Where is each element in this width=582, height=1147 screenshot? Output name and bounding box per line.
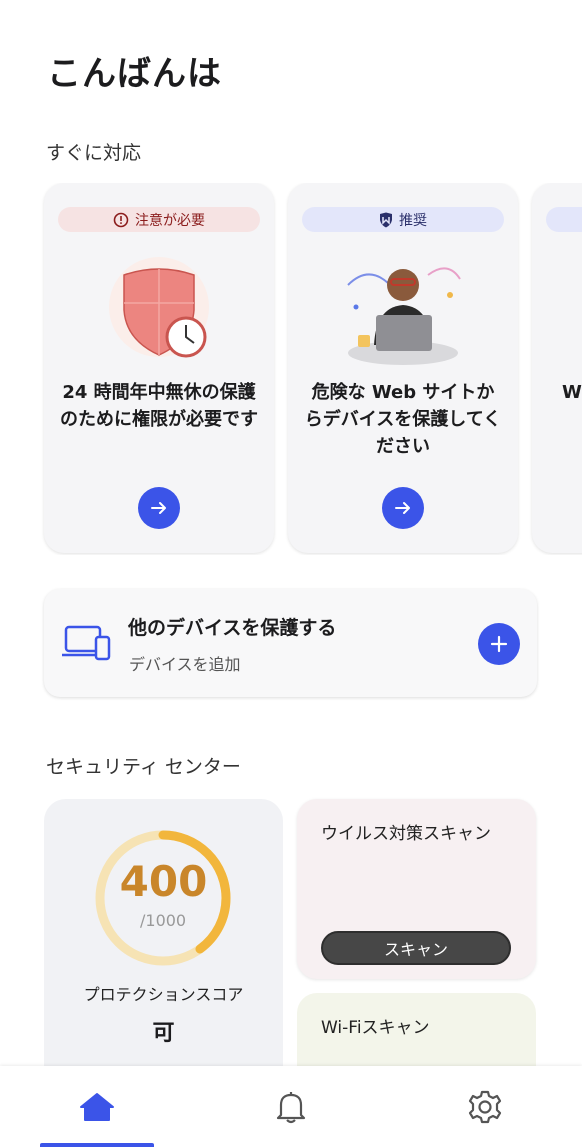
score-value: 400	[119, 857, 208, 906]
action-card-permissions[interactable]: 注意が必要 24 時間年中無休の保護のために権限が必要です	[44, 183, 274, 553]
home-icon	[80, 1092, 114, 1121]
devices-icon	[62, 625, 111, 661]
attention-badge: 注意が必要	[58, 207, 260, 232]
nav-notifications[interactable]	[194, 1066, 388, 1147]
card-badge	[546, 207, 582, 232]
wifi-card-title: Wi-Fiスキャン	[321, 1018, 430, 1038]
arrow-right-icon	[395, 502, 410, 514]
card-arrow-button[interactable]	[382, 487, 424, 529]
protection-score-card[interactable]: 400 /1000 プロテクションスコア 可	[44, 799, 283, 1099]
card-message: W い	[562, 382, 582, 403]
protect-other-devices-card[interactable]: 他のデバイスを保護する デバイスを追加	[44, 589, 537, 697]
action-card-web-protection[interactable]: 推奨 危険な Web サイトからデバイスを保護してください	[288, 183, 518, 553]
greeting-title: こんばんは	[47, 54, 222, 94]
person-laptop-illustration	[347, 267, 461, 365]
shield-logo-icon	[380, 212, 392, 227]
card-message: 危険な Web サイトからデバイスを保護してください	[304, 382, 502, 457]
card-arrow-button[interactable]	[138, 487, 180, 529]
scan-button[interactable]: スキャン	[321, 931, 511, 965]
badge-label: 注意が必要	[135, 212, 205, 229]
section-title-security-center: セキュリティ センター	[46, 756, 241, 778]
nav-home[interactable]	[0, 1066, 194, 1147]
score-max: /1000	[140, 911, 187, 930]
scan-card-title: ウイルス対策スキャン	[321, 824, 491, 844]
gear-icon	[468, 1090, 502, 1123]
nav-settings[interactable]	[388, 1066, 582, 1147]
arrow-right-icon	[151, 502, 166, 514]
plus-icon	[490, 635, 508, 653]
antivirus-scan-card[interactable]: ウイルス対策スキャン スキャン	[297, 799, 536, 979]
section-title-action-needed: すぐに対応	[46, 142, 142, 164]
active-tab-indicator	[40, 1143, 154, 1147]
action-card-partial[interactable]: W い	[532, 183, 582, 553]
action-cards-carousel[interactable]: 注意が必要 24 時間年中無休の保護のために権限が必要です 推奨 危険な Web…	[0, 183, 582, 555]
device-card-title: 他のデバイスを保護する	[128, 617, 337, 639]
bottom-navigation	[0, 1066, 582, 1147]
device-card-subtitle: デバイスを追加	[129, 655, 241, 674]
add-device-button[interactable]	[478, 623, 520, 665]
bell-icon	[276, 1091, 306, 1123]
score-label: プロテクションスコア	[83, 985, 244, 1004]
shield-clock-illustration	[109, 257, 209, 358]
recommended-badge: 推奨	[302, 207, 504, 232]
score-rating: 可	[152, 1021, 175, 1046]
alert-circle-icon	[113, 212, 129, 227]
badge-label: 推奨	[399, 212, 427, 229]
card-message: 24 時間年中無休の保護のために権限が必要です	[60, 382, 258, 430]
